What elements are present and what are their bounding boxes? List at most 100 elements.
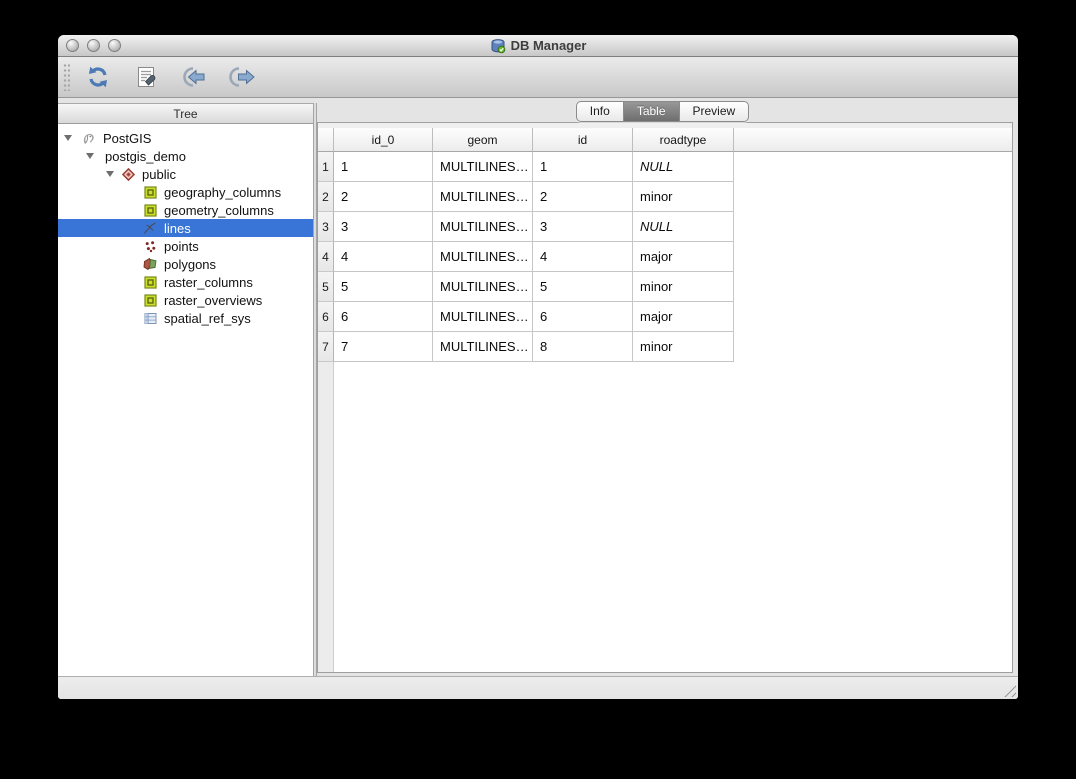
zoom-button[interactable] [108,39,121,52]
table-row[interactable]: 4 4 MULTILINES… 4 major [318,242,1012,272]
tree-item-points[interactable]: points [58,237,313,255]
sql-window-button[interactable] [128,61,164,93]
refresh-button[interactable] [80,61,116,93]
status-bar [58,676,1018,699]
tab-preview[interactable]: Preview [680,102,749,121]
column-header-id0[interactable]: id_0 [334,128,433,152]
system-table-icon [142,202,158,218]
row-number-gutter [318,362,334,672]
minimize-button[interactable] [87,39,100,52]
import-layer-icon [183,67,205,87]
row-number[interactable]: 1 [318,152,334,182]
resize-grip-icon[interactable] [1001,682,1016,697]
disclosure-triangle-icon[interactable] [86,153,94,159]
table-row[interactable]: 2 2 MULTILINES… 2 minor [318,182,1012,212]
tree-item-spatial-ref-sys[interactable]: spatial_ref_sys [58,309,313,327]
cell-id0[interactable]: 7 [334,332,433,362]
cell-roadtype[interactable]: NULL [633,152,734,182]
disclosure-triangle-icon[interactable] [64,135,72,141]
refresh-icon [89,66,107,88]
toolbar-drag-handle[interactable] [63,63,70,91]
tree-item-label: postgis_demo [105,148,186,164]
point-layer-icon [142,238,158,254]
cell-roadtype[interactable]: NULL [633,212,734,242]
table-row[interactable]: 7 7 MULTILINES… 8 minor [318,332,1012,362]
disclosure-triangle-icon[interactable] [106,171,114,177]
row-number[interactable]: 3 [318,212,334,242]
cell-roadtype[interactable]: minor [633,332,734,362]
system-table-icon [142,292,158,308]
cell-id0[interactable]: 5 [334,272,433,302]
row-number[interactable]: 6 [318,302,334,332]
cell-id[interactable]: 3 [533,212,633,242]
cell-id0[interactable]: 2 [334,182,433,212]
content-area: Info Table Preview id_0 geom id roadtype [317,99,1013,676]
cell-geom[interactable]: MULTILINES… [433,242,533,272]
row-number[interactable]: 2 [318,182,334,212]
cell-id[interactable]: 5 [533,272,633,302]
tree-item-label: PostGIS [103,130,152,146]
tab-bar: Info Table Preview [317,101,1008,122]
data-table: id_0 geom id roadtype 1 1 MULTILINES… 1 … [318,128,1012,362]
tree-item-raster-overviews[interactable]: raster_overviews [58,291,313,309]
tree-item-raster-columns[interactable]: raster_columns [58,273,313,291]
row-number[interactable]: 5 [318,272,334,302]
tree-item-geometry-columns[interactable]: geometry_columns [58,201,313,219]
cell-geom[interactable]: MULTILINES… [433,212,533,242]
cell-geom[interactable]: MULTILINES… [433,272,533,302]
column-header-id[interactable]: id [533,128,633,152]
tree-item-label: raster_columns [164,274,253,290]
cell-geom[interactable]: MULTILINES… [433,302,533,332]
cell-id[interactable]: 8 [533,332,633,362]
cell-id0[interactable]: 6 [334,302,433,332]
tree-item-label: spatial_ref_sys [164,310,251,326]
tree-item-label: geometry_columns [164,202,274,218]
cell-geom[interactable]: MULTILINES… [433,152,533,182]
table-header-row: id_0 geom id roadtype [318,128,1012,152]
system-table-icon [142,274,158,290]
close-button[interactable] [66,39,79,52]
table-row[interactable]: 3 3 MULTILINES… 3 NULL [318,212,1012,242]
cell-id0[interactable]: 3 [334,212,433,242]
import-layer-button[interactable] [176,61,212,93]
export-to-file-button[interactable] [224,61,260,93]
cell-id[interactable]: 4 [533,242,633,272]
cell-geom[interactable]: MULTILINES… [433,332,533,362]
toolbar [58,57,1018,98]
database-icon [491,38,505,53]
export-to-file-icon [229,67,255,87]
cell-roadtype[interactable]: minor [633,182,734,212]
tab-table[interactable]: Table [623,102,680,121]
tree-item-postgis[interactable]: PostGIS [58,129,313,147]
window-title-text: DB Manager [510,38,587,53]
row-number[interactable]: 7 [318,332,334,362]
table-row[interactable]: 5 5 MULTILINES… 5 minor [318,272,1012,302]
tree-item-polygons[interactable]: polygons [58,255,313,273]
cell-id[interactable]: 1 [533,152,633,182]
tab-info[interactable]: Info [577,102,624,121]
system-table-icon [142,184,158,200]
cell-id[interactable]: 2 [533,182,633,212]
cell-roadtype[interactable]: minor [633,272,734,302]
cell-roadtype[interactable]: major [633,302,734,332]
table-row[interactable]: 1 1 MULTILINES… 1 NULL [318,152,1012,182]
cell-id[interactable]: 6 [533,302,633,332]
main-area: Tree PostGIS postgis_demo public geograp… [58,99,1018,676]
tree-item-public[interactable]: public [58,165,313,183]
tree-item-label: points [164,238,199,254]
tree-item-geography-columns[interactable]: geography_columns [58,183,313,201]
table-row[interactable]: 6 6 MULTILINES… 6 major [318,302,1012,332]
cell-geom[interactable]: MULTILINES… [433,182,533,212]
cell-id0[interactable]: 1 [334,152,433,182]
row-number[interactable]: 4 [318,242,334,272]
table-view-panel: id_0 geom id roadtype 1 1 MULTILINES… 1 … [317,122,1013,673]
table-icon [142,310,158,326]
window-title: DB Manager [490,38,587,54]
cell-id0[interactable]: 4 [334,242,433,272]
column-header-roadtype[interactable]: roadtype [633,128,734,152]
column-header-geom[interactable]: geom [433,128,533,152]
tree-item-lines[interactable]: lines [58,219,313,237]
cell-roadtype[interactable]: major [633,242,734,272]
tree-item-postgis-demo[interactable]: postgis_demo [58,147,313,165]
titlebar[interactable]: DB Manager [58,35,1018,57]
